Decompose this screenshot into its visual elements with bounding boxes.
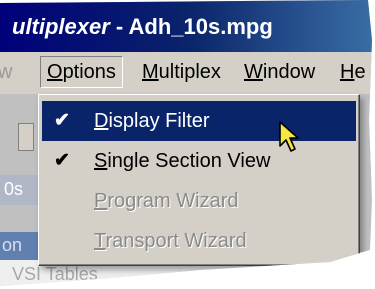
check-icon: ✔ [54, 150, 70, 171]
menu-item-single-section-view[interactable]: ✔ Single Section View [42, 141, 356, 181]
window-title-separator: - [109, 14, 129, 39]
menu-multiplex-accel: M [142, 61, 159, 83]
arrow-pointer-icon [279, 121, 299, 152]
menu-item-accel: P [94, 190, 108, 212]
title-bar[interactable]: ultiplexer - Adh_10s.mpg [0, 0, 372, 52]
menu-window-accel: W [244, 61, 263, 83]
menu-window-label: indow [262, 61, 316, 83]
menu-window[interactable]: Window [244, 61, 315, 84]
window-title-app: ultiplexer [12, 14, 110, 39]
tree-item-fragment-label: on [2, 235, 23, 255]
application-window: ultiplexer - Adh_10s.mpg w Options Multi… [0, 0, 372, 286]
list-item-fragment-label: 0s [4, 179, 24, 199]
check-icon: ✔ [54, 110, 70, 131]
menu-item-text: rogram Wizard [107, 190, 239, 212]
menu-item-label: Display Filter [94, 110, 210, 133]
menu-help-label: e [354, 61, 366, 83]
menu-item-text: ransport Wizard [105, 230, 247, 252]
menu-bar: w Options Multiplex Window He [0, 52, 372, 94]
window-title-file: Adh_10s.mpg [128, 14, 273, 39]
toolbar-button[interactable] [18, 123, 34, 151]
menu-view[interactable]: w [0, 61, 12, 84]
vsi-tables-label[interactable]: VSI Tables [12, 264, 98, 285]
menu-options-label: ptions [62, 61, 116, 83]
menu-options[interactable]: Options [40, 56, 123, 88]
menu-item-transport-wizard[interactable]: Transport Wizard [42, 221, 356, 261]
menu-item-display-filter[interactable]: ✔ Display Filter [42, 101, 356, 141]
menu-view-label: w [0, 61, 13, 83]
menu-item-label: Transport Wizard [94, 230, 247, 253]
menu-item-label: Single Section View [94, 150, 270, 173]
menu-options-accel: O [47, 61, 63, 83]
menu-multiplex[interactable]: Multiplex [142, 61, 221, 84]
menu-help-accel: H [340, 61, 355, 83]
menu-item-label: Program Wizard [94, 190, 238, 213]
menu-item-accel: D [94, 110, 109, 132]
menu-item-accel: S [94, 150, 108, 172]
menu-item-text: isplay Filter [108, 110, 210, 132]
menu-item-text: ingle Section View [107, 150, 271, 172]
menu-help[interactable]: He [340, 61, 366, 84]
menu-multiplex-label: ultiplex [158, 61, 221, 83]
options-dropdown-menu: ✔ Display Filter ✔ Single Section View P… [38, 94, 360, 266]
menu-item-program-wizard[interactable]: Program Wizard [42, 181, 356, 221]
menu-item-accel: T [94, 230, 106, 252]
